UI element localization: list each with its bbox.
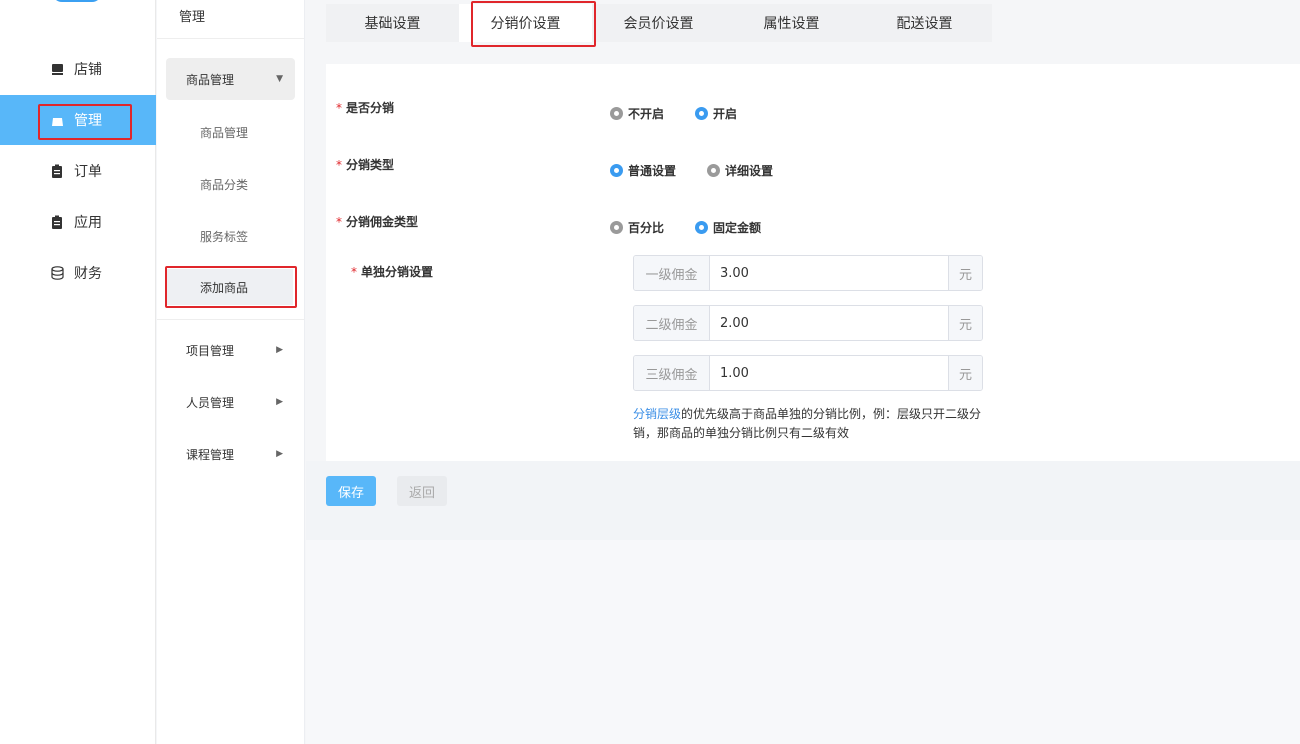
- nav-item-manage[interactable]: 管理: [0, 95, 156, 145]
- radio-checked-icon: [695, 221, 708, 234]
- group-label: 项目管理: [186, 343, 235, 358]
- subnav-title: 管理: [179, 10, 206, 25]
- nav-item-label: 管理: [74, 113, 102, 129]
- radio-checked-icon: [610, 164, 623, 177]
- back-button[interactable]: 返回: [397, 476, 447, 506]
- distribution-level-link[interactable]: 分销层级: [633, 407, 681, 421]
- caret-down-icon: ▼: [276, 74, 283, 84]
- radio-icon: [707, 164, 720, 177]
- field-suffix: 元: [948, 356, 982, 390]
- field-prefix: 一级佣金: [634, 256, 710, 290]
- sub-nav: 管理 商品管理 ▼ 商品管理 商品分类 服务标签 添加商品 项目管理 ▶ 人员管…: [157, 0, 305, 744]
- tab-attributes[interactable]: 属性设置: [725, 4, 858, 42]
- radio-commission-percent[interactable]: 百分比: [610, 219, 664, 236]
- subnav-item-label: 添加商品: [200, 280, 249, 295]
- field-prefix: 二级佣金: [634, 306, 710, 340]
- form-footer: [306, 461, 1300, 540]
- hint-text: 的优先级高于商品单独的分销比例，例：层级只开二级分销，那商品的单独分销比例只有二…: [633, 407, 982, 440]
- level3-commission-field: 三级佣金 元: [633, 355, 983, 391]
- page-background: [306, 540, 1300, 744]
- logo: [52, 0, 102, 2]
- label-is-distribution: * 是否分销: [336, 101, 395, 115]
- nav-item-label: 订单: [74, 164, 102, 180]
- radio-type-detail[interactable]: 详细设置: [707, 162, 773, 179]
- label-commission-type: * 分销佣金类型: [336, 215, 419, 229]
- nav-item-apps[interactable]: 应用: [0, 197, 156, 247]
- clipboard-icon: [50, 164, 64, 178]
- nav-item-label: 应用: [74, 215, 102, 231]
- radio-type-normal[interactable]: 普通设置: [610, 162, 676, 179]
- radio-icon: [610, 107, 623, 120]
- divider: [157, 38, 304, 39]
- caret-right-icon: ▶: [276, 449, 283, 459]
- subnav-item-add-product[interactable]: 添加商品: [167, 269, 293, 305]
- distribution-form: * 是否分销 不开启 开启 * 分销类型 普通设置 详细设置 * 分销佣金类型 百分比…: [326, 64, 1300, 461]
- main-nav: 店铺 管理 订单 应用 财务: [0, 0, 156, 744]
- nav-item-orders[interactable]: 订单: [0, 146, 156, 196]
- radio-checked-icon: [695, 107, 708, 120]
- save-button[interactable]: 保存: [326, 476, 376, 506]
- nav-item-finance[interactable]: 财务: [0, 248, 156, 298]
- subnav-item-product-category[interactable]: 商品分类: [200, 176, 248, 193]
- level1-commission-input[interactable]: [710, 256, 948, 290]
- subnav-group-products[interactable]: 商品管理 ▼: [166, 58, 295, 100]
- label-distribution-type: * 分销类型: [336, 158, 395, 172]
- store-icon: [50, 62, 64, 76]
- nav-item-label: 财务: [74, 266, 102, 282]
- field-suffix: 元: [948, 256, 982, 290]
- level2-commission-field: 二级佣金 元: [633, 305, 983, 341]
- tab-basic[interactable]: 基础设置: [326, 4, 459, 42]
- distribution-hint: 分销层级的优先级高于商品单独的分销比例，例：层级只开二级分销，那商品的单独分销比…: [633, 405, 985, 443]
- caret-right-icon: ▶: [276, 345, 283, 355]
- field-suffix: 元: [948, 306, 982, 340]
- level1-commission-field: 一级佣金 元: [633, 255, 983, 291]
- group-label: 课程管理: [186, 447, 235, 462]
- subnav-group-projects[interactable]: 项目管理 ▶: [166, 329, 295, 371]
- radio-distribution-on[interactable]: 开启: [695, 105, 737, 122]
- caret-right-icon: ▶: [276, 397, 283, 407]
- nav-item-label: 店铺: [74, 62, 102, 78]
- tab-delivery[interactable]: 配送设置: [858, 4, 991, 42]
- subnav-item-service-tags[interactable]: 服务标签: [200, 228, 248, 245]
- group-label: 人员管理: [186, 395, 235, 410]
- radio-icon: [610, 221, 623, 234]
- group-label: 商品管理: [186, 72, 235, 87]
- bag-icon: [50, 113, 64, 127]
- radio-distribution-off[interactable]: 不开启: [610, 105, 664, 122]
- radio-commission-fixed[interactable]: 固定金额: [695, 219, 761, 236]
- field-prefix: 三级佣金: [634, 356, 710, 390]
- clipboard-icon: [50, 215, 64, 229]
- subnav-group-staff[interactable]: 人员管理 ▶: [166, 381, 295, 423]
- level2-commission-input[interactable]: [710, 306, 948, 340]
- tab-distribution-price[interactable]: 分销价设置: [459, 4, 592, 42]
- database-icon: [50, 266, 64, 280]
- nav-item-store[interactable]: 店铺: [0, 44, 156, 94]
- level3-commission-input[interactable]: [710, 356, 948, 390]
- subnav-group-courses[interactable]: 课程管理 ▶: [166, 433, 295, 475]
- divider: [157, 319, 304, 320]
- subnav-item-product-manage[interactable]: 商品管理: [200, 124, 248, 141]
- label-individual-distribution: * 单独分销设置: [351, 265, 434, 279]
- tab-member-price[interactable]: 会员价设置: [592, 4, 725, 42]
- settings-tabs: 基础设置 分销价设置 会员价设置 属性设置 配送设置: [326, 4, 992, 42]
